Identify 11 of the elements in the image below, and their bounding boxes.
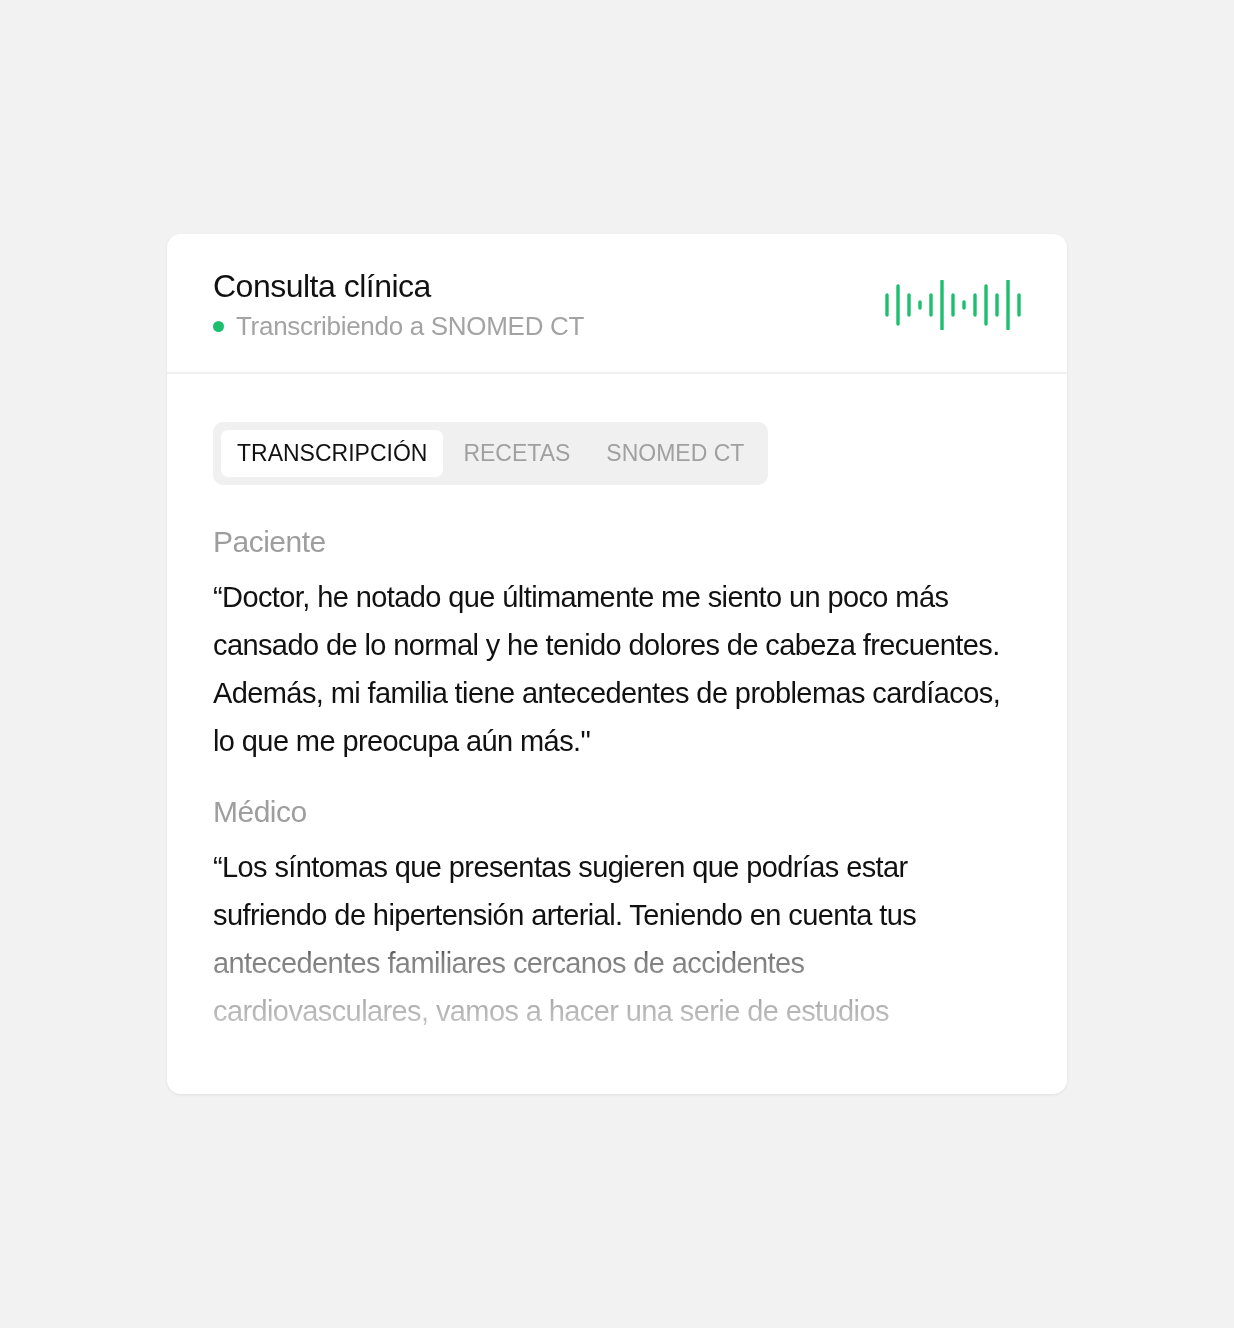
transcript-text: “Doctor, he notado que últimamente me siento un poco más cansado de lo normal y he tenido dolores de cabeza frecuentes. Además, mi familia tiene antecedentes de problemas cardíacos, lo que me preocupa aún más." [213, 580, 1002, 759]
waveform-icon [885, 280, 1021, 330]
status-dot-icon [213, 321, 224, 332]
status-text: Transcribiendo a SNOMED CT [236, 311, 585, 342]
speaker-label: Paciente [213, 525, 327, 559]
card-title: Consulta clínica [213, 268, 433, 305]
speaker-label: Médico [213, 795, 308, 829]
tab[interactable]: TRANSCRIPCIÓN [221, 430, 444, 477]
transcript-text: “Los síntomas que presentas sugieren que podrías estar sufriendo de hipertensión arterial. Teniendo en cuenta tus antecedentes familiares cercanos de accidentes cardiovasculares, vamos a hacer una serie de estudios [213, 850, 918, 1029]
tab[interactable]: SNOMED CT [590, 430, 761, 477]
tab[interactable]: RECETAS [447, 430, 587, 477]
